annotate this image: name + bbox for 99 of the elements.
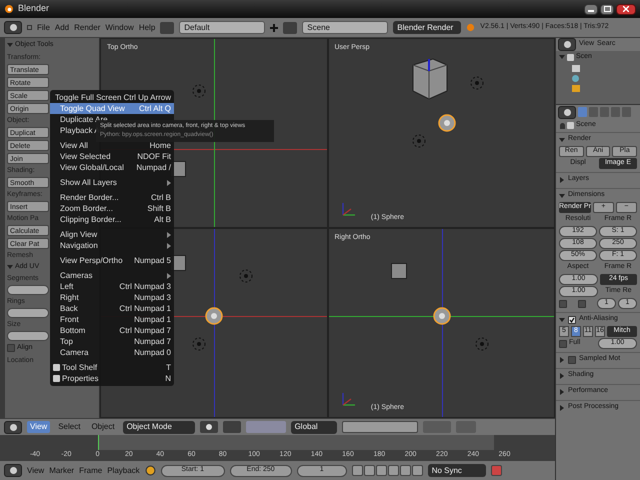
- sphere-drawing: [432, 306, 452, 326]
- playback-button[interactable]: [388, 465, 399, 476]
- checkbox[interactable]: [578, 300, 586, 308]
- lamp-icon: [410, 133, 426, 149]
- playback-button[interactable]: [412, 465, 423, 476]
- expanded-triangle-icon[interactable]: [559, 136, 565, 142]
- expanded-triangle-icon[interactable]: [7, 42, 13, 48]
- scene-field[interactable]: Scene: [302, 21, 388, 34]
- menu-item[interactable]: Right Numpad 3: [50, 292, 174, 303]
- menu-item[interactable]: Zoom Border... Shift B: [50, 203, 174, 214]
- checkbox[interactable]: [7, 344, 15, 352]
- menu-item[interactable]: Render: [74, 22, 100, 34]
- sphere-drawing: [204, 306, 224, 326]
- menu-item[interactable]: Select: [55, 421, 84, 433]
- menu-item[interactable]: Navigation: [50, 240, 174, 251]
- checkbox[interactable]: [568, 316, 576, 324]
- playback-button[interactable]: [364, 465, 375, 476]
- expanded-triangle-icon[interactable]: [559, 192, 565, 198]
- menu-item[interactable]: Toggle Full Screen Ctrl Up Arrow: [50, 92, 174, 103]
- playback-button[interactable]: [376, 465, 387, 476]
- collapsed-triangle-icon[interactable]: [559, 404, 565, 410]
- editor-type-button[interactable]: [4, 21, 22, 34]
- expanded-triangle-icon[interactable]: [559, 54, 565, 60]
- menu-item[interactable]: Add: [54, 22, 70, 34]
- menu-item[interactable]: Tool Shelf T: [50, 362, 174, 373]
- number-field[interactable]: [7, 285, 49, 295]
- menu-item[interactable]: Front Numpad 1: [50, 314, 174, 325]
- layout-field[interactable]: Default: [179, 21, 266, 34]
- menu-item[interactable]: File: [37, 22, 50, 34]
- menu-item[interactable]: View All Home: [50, 140, 174, 151]
- menu-item[interactable]: Top Numpad 7: [50, 336, 174, 347]
- menu-item[interactable]: Camera Numpad 0: [50, 347, 174, 358]
- tick-icon: [569, 316, 575, 322]
- minimize-button[interactable]: [584, 4, 598, 14]
- close-button[interactable]: [616, 4, 636, 14]
- keying-icon[interactable]: [144, 465, 156, 476]
- menu-item[interactable]: Render Border... Ctrl B: [50, 192, 174, 203]
- collapsed-triangle-icon[interactable]: [559, 388, 565, 394]
- menu-item[interactable]: Playback: [107, 464, 140, 476]
- pin-icon[interactable]: [560, 122, 565, 128]
- collapsed-triangle-icon[interactable]: [559, 356, 565, 362]
- submenu-arrow-icon: [167, 180, 171, 186]
- menu-item[interactable]: Back Ctrl Numpad 1: [50, 303, 174, 314]
- menu-item[interactable]: Object: [88, 421, 118, 433]
- checkbox[interactable]: [568, 356, 576, 364]
- menu-item[interactable]: Left Ctrl Numpad 3: [50, 281, 174, 292]
- sphere-drawing: [436, 113, 456, 133]
- menu-item[interactable]: Align View: [50, 229, 174, 240]
- submenu-arrow-icon: [167, 272, 171, 278]
- lamp-icon: [191, 336, 207, 352]
- playback-button[interactable]: [400, 465, 411, 476]
- menu-item[interactable]: Properties N: [50, 373, 174, 384]
- collapse-icon[interactable]: [27, 25, 32, 30]
- menu-item[interactable]: View Global/Local Numpad /: [50, 162, 174, 173]
- checkbox[interactable]: [559, 340, 567, 348]
- close-icon: [623, 6, 629, 12]
- app-logo-icon: [466, 23, 476, 32]
- number-field[interactable]: [7, 308, 49, 318]
- editor-type-button[interactable]: [4, 420, 22, 434]
- collapsed-triangle-icon[interactable]: [559, 372, 565, 378]
- menu-item[interactable]: Marker: [49, 464, 74, 476]
- menu-item[interactable]: View: [27, 421, 50, 433]
- orientation-dropdown[interactable]: Global: [290, 420, 337, 434]
- window-title: Blender: [18, 2, 50, 16]
- cube-drawing: [390, 263, 406, 279]
- menu-item[interactable]: Cameras: [50, 270, 174, 281]
- render-engine-dropdown[interactable]: Blender Render: [393, 21, 462, 34]
- menu-item[interactable]: Toggle Quad View Ctrl Alt Q: [50, 103, 174, 114]
- shading-icon[interactable]: [200, 421, 218, 433]
- menu-item[interactable]: View Selected NDOF Fit: [50, 151, 174, 162]
- editor-type-button[interactable]: [558, 38, 576, 51]
- checkbox[interactable]: [559, 300, 567, 308]
- expanded-triangle-icon[interactable]: [559, 316, 565, 322]
- editor-type-button[interactable]: [558, 106, 576, 118]
- menu-item[interactable]: Window: [105, 22, 134, 34]
- app-logo-icon: [4, 4, 14, 14]
- world-icon: [572, 74, 579, 82]
- sync-dropdown[interactable]: No Sync: [428, 464, 486, 477]
- playback-button[interactable]: [352, 465, 363, 476]
- menu-item[interactable]: Bottom Ctrl Numpad 7: [50, 325, 174, 336]
- maximize-button[interactable]: [600, 4, 614, 14]
- lamp-icon: [468, 75, 484, 91]
- menu-item[interactable]: Clipping Border... Alt B: [50, 214, 174, 225]
- mode-dropdown[interactable]: Object Mode: [122, 420, 195, 434]
- lamp-icon: [474, 336, 490, 352]
- menu-item[interactable]: Show All Layers: [50, 177, 174, 188]
- layer-buttons[interactable]: [342, 421, 418, 433]
- expanded-triangle-icon[interactable]: [7, 264, 13, 270]
- menu-item[interactable]: View Persp/Ortho Numpad 5: [50, 255, 174, 266]
- number-field[interactable]: [7, 331, 49, 341]
- editor-type-button[interactable]: [4, 464, 22, 477]
- lamp-icon: [191, 83, 207, 99]
- menu-item[interactable]: View: [27, 464, 44, 476]
- menu-item[interactable]: Frame: [79, 464, 102, 476]
- collapsed-triangle-icon[interactable]: [559, 176, 565, 182]
- menu-item[interactable]: Help: [138, 22, 156, 34]
- add-icon[interactable]: [270, 24, 278, 32]
- lamp-icon: [238, 268, 254, 284]
- record-button[interactable]: [490, 465, 502, 476]
